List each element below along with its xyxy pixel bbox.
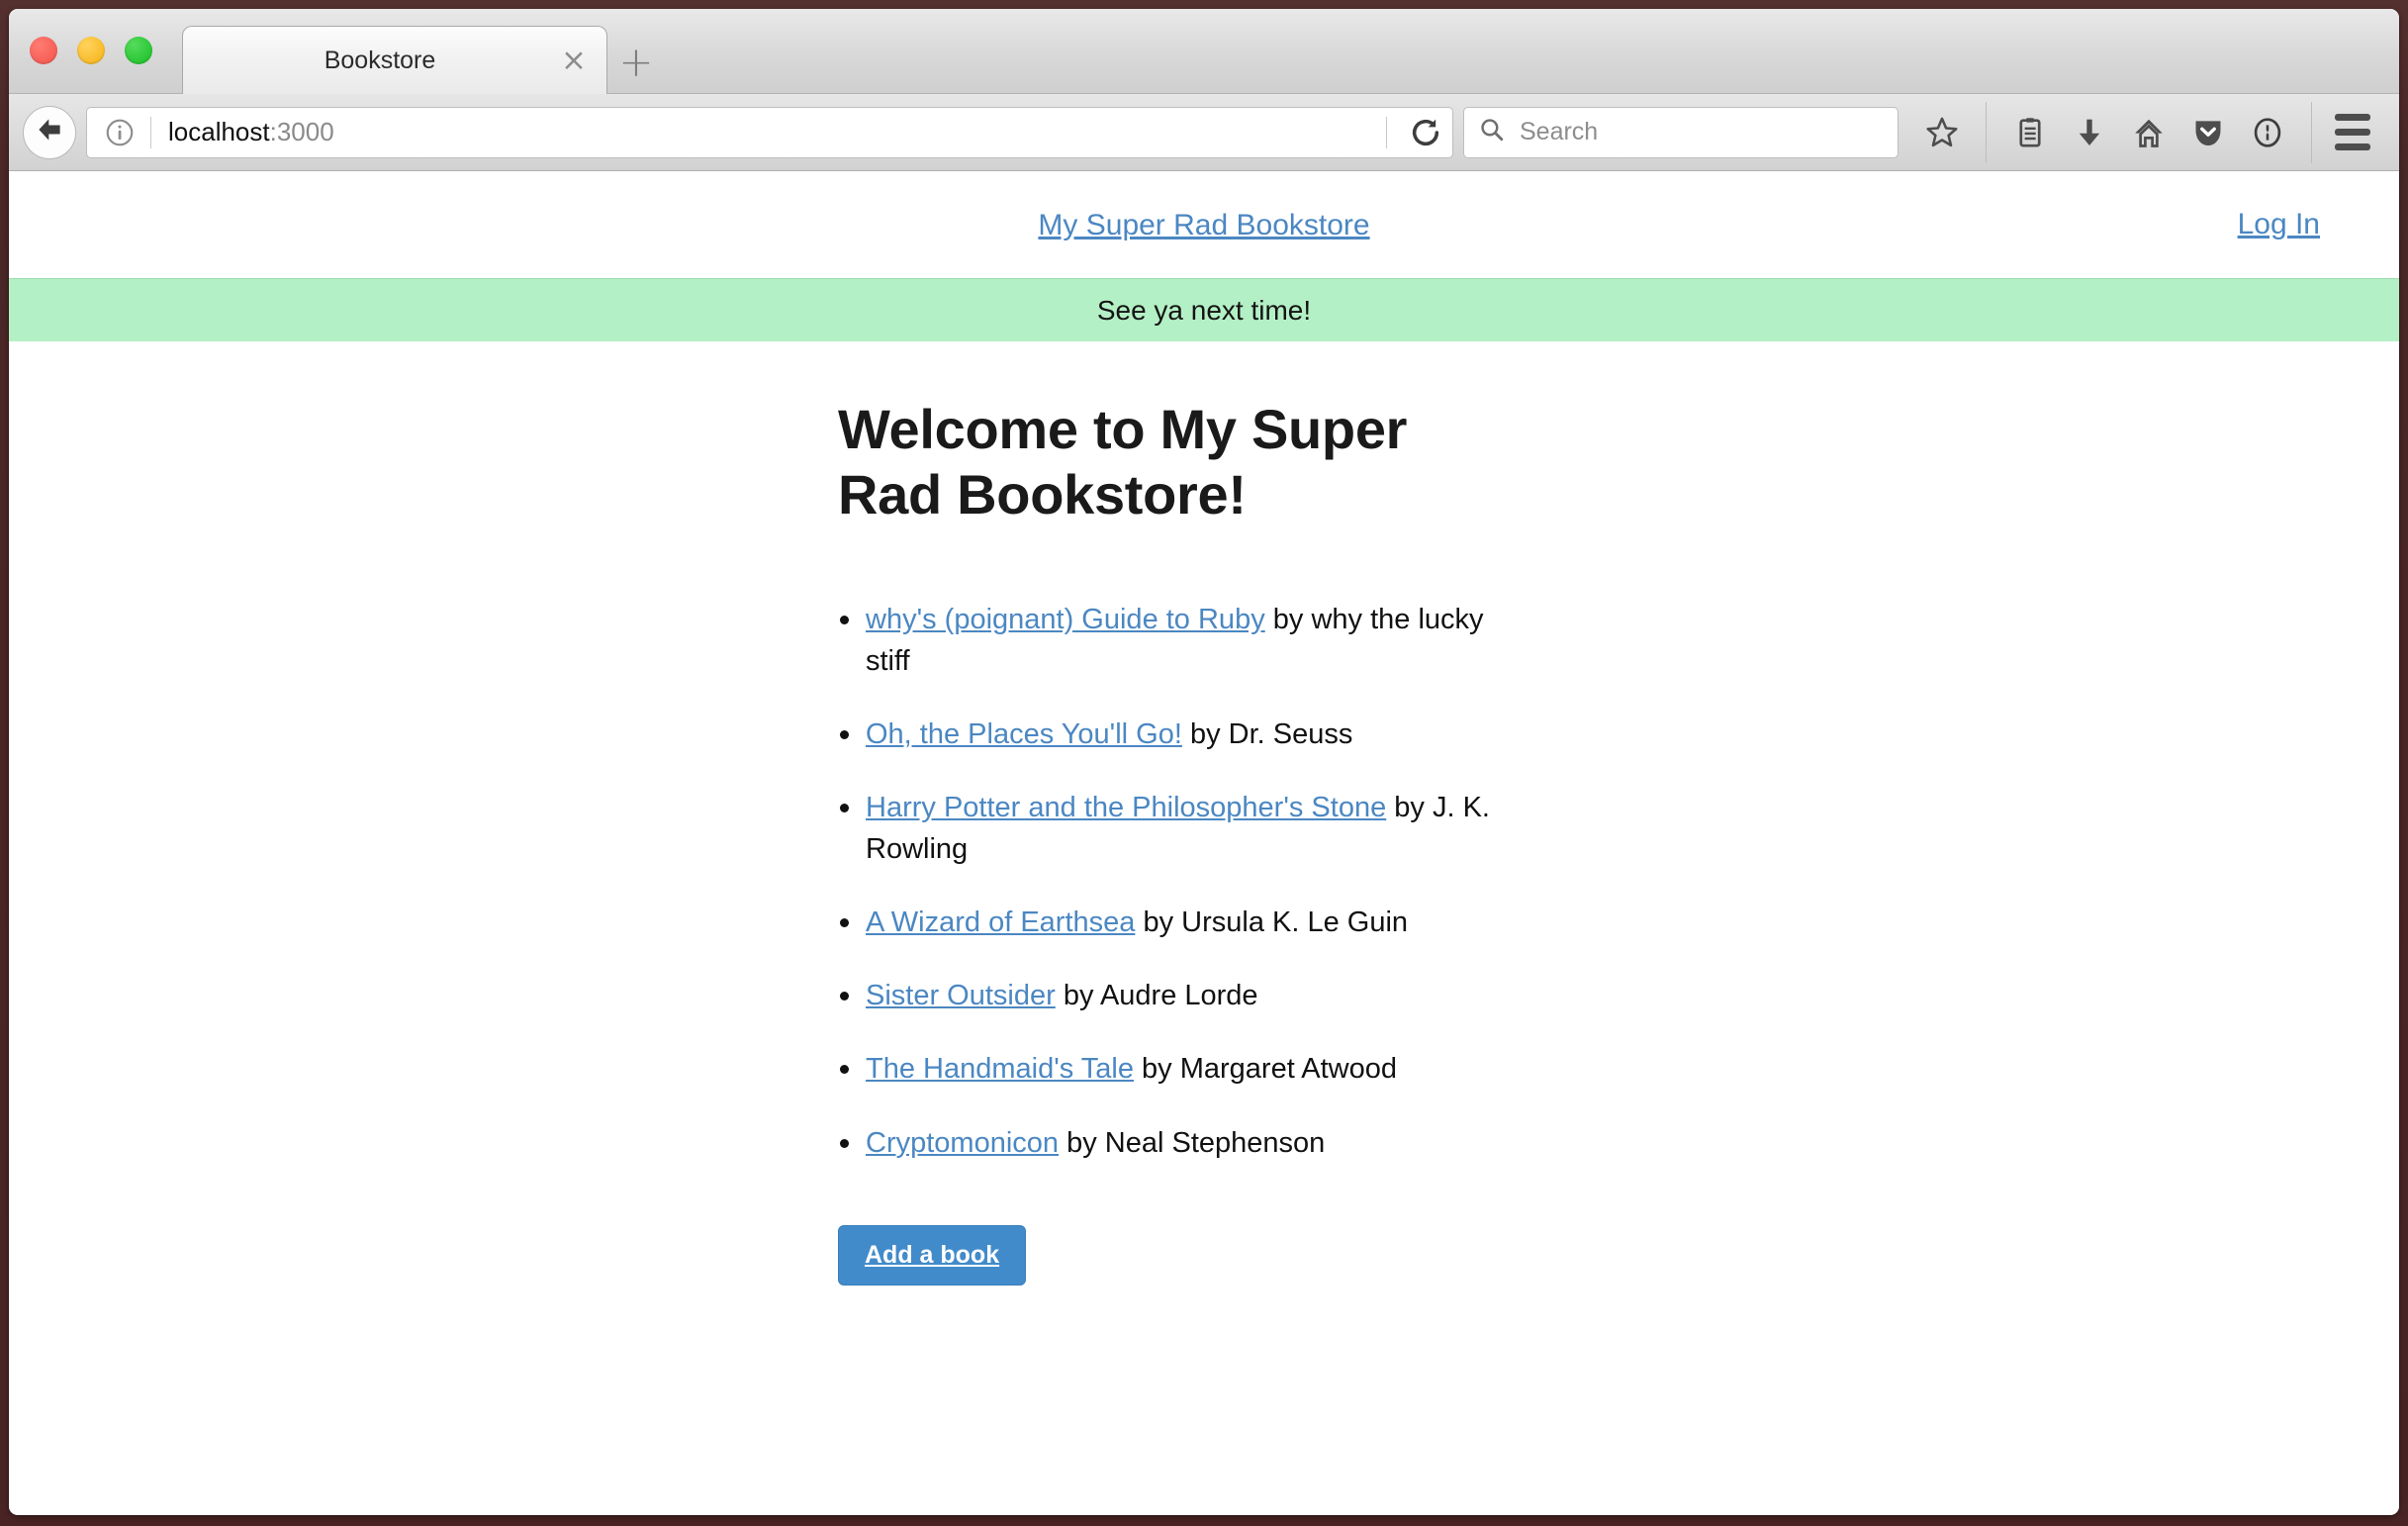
back-icon xyxy=(33,113,66,151)
downloads-icon[interactable] xyxy=(2065,108,2114,157)
window-controls xyxy=(30,37,152,64)
address-bar-divider xyxy=(150,116,151,148)
home-icon[interactable] xyxy=(2124,108,2174,157)
book-byline: by Neal Stephenson xyxy=(1059,1126,1326,1159)
new-tab-button[interactable]: + xyxy=(614,41,658,84)
url-host: localhost xyxy=(168,117,270,146)
toolbar-divider-2 xyxy=(2311,101,2312,163)
book-title-link[interactable]: why's (poignant) Guide to Ruby xyxy=(866,604,1265,635)
os-window: Bookstore × + localhost:3000 Search My S… xyxy=(0,0,2408,1526)
close-window-button[interactable] xyxy=(30,37,57,64)
tab-title: Bookstore xyxy=(324,46,436,74)
bookmark-star-icon[interactable] xyxy=(1917,108,1967,157)
identity-info-icon[interactable] xyxy=(103,116,137,149)
book-title-link[interactable]: The Handmaid's Tale xyxy=(866,1053,1134,1085)
reading-list-icon[interactable] xyxy=(2005,108,2055,157)
book-byline: by Ursula K. Le Guin xyxy=(1135,906,1409,939)
book-title-link[interactable]: Harry Potter and the Philosopher's Stone xyxy=(866,792,1386,823)
tab-bookstore[interactable]: Bookstore × xyxy=(182,26,607,94)
search-bar[interactable] xyxy=(1463,106,1899,158)
close-icon[interactable]: × xyxy=(551,38,597,83)
add-book-button[interactable]: Add a book xyxy=(838,1224,1027,1286)
list-item: The Handmaid's Tale by Margaret Atwood xyxy=(838,1048,1491,1090)
url-text: localhost:3000 xyxy=(168,117,1368,147)
toolbar-divider xyxy=(1986,101,1987,163)
address-bar[interactable]: localhost:3000 xyxy=(86,106,1453,158)
toolbar-icon-group xyxy=(1912,101,2399,163)
url-port: :3000 xyxy=(269,117,334,146)
onepassword-icon[interactable] xyxy=(2243,108,2292,157)
search-input[interactable] xyxy=(1518,117,1884,147)
pocket-icon[interactable] xyxy=(2183,108,2233,157)
site-header: My Super Rad Bookstore Log In xyxy=(9,171,2399,278)
flash-message: See ya next time! xyxy=(9,278,2399,341)
navigation-toolbar: localhost:3000 xyxy=(9,94,2399,171)
list-item: Harry Potter and the Philosopher's Stone… xyxy=(838,787,1491,870)
page-title: Welcome to My Super Rad Bookstore! xyxy=(838,398,1408,526)
list-item: Oh, the Places You'll Go! by Dr. Seuss xyxy=(838,714,1491,755)
zoom-window-button[interactable] xyxy=(125,37,152,64)
page-viewport: My Super Rad Bookstore Log In See ya nex… xyxy=(9,171,2399,1514)
tab-strip: Bookstore × + xyxy=(9,9,2399,94)
book-byline: by Audre Lorde xyxy=(1055,980,1258,1012)
search-icon xyxy=(1478,116,1506,148)
list-item: why's (poignant) Guide to Ruby by why th… xyxy=(838,599,1491,682)
minimize-window-button[interactable] xyxy=(77,37,105,64)
flash-message-text: See ya next time! xyxy=(1096,294,1312,326)
reload-button[interactable] xyxy=(1405,112,1446,153)
reload-divider xyxy=(1386,116,1387,148)
login-link[interactable]: Log In xyxy=(2238,208,2350,241)
list-item: A Wizard of Earthsea by Ursula K. Le Gui… xyxy=(838,902,1491,943)
book-byline: by Margaret Atwood xyxy=(1133,1053,1397,1086)
list-item: Cryptomonicon by Neal Stephenson xyxy=(838,1122,1491,1164)
site-brand-link[interactable]: My Super Rad Bookstore xyxy=(9,209,2399,242)
main-content: Welcome to My Super Rad Bookstore! why's… xyxy=(9,341,2399,1286)
book-title-link[interactable]: Oh, the Places You'll Go! xyxy=(866,718,1182,750)
book-list: why's (poignant) Guide to Ruby by why th… xyxy=(838,599,1491,1163)
book-byline: by Dr. Seuss xyxy=(1181,718,1353,751)
book-title-link[interactable]: Cryptomonicon xyxy=(866,1127,1059,1159)
list-item: Sister Outsider by Audre Lorde xyxy=(838,975,1491,1016)
back-button[interactable] xyxy=(23,105,76,159)
menu-hamburger-icon[interactable] xyxy=(2326,107,2379,158)
browser-window: Bookstore × + localhost:3000 Search My S… xyxy=(9,9,2399,1515)
book-title-link[interactable]: Sister Outsider xyxy=(866,980,1056,1011)
book-title-link[interactable]: A Wizard of Earthsea xyxy=(866,906,1135,938)
